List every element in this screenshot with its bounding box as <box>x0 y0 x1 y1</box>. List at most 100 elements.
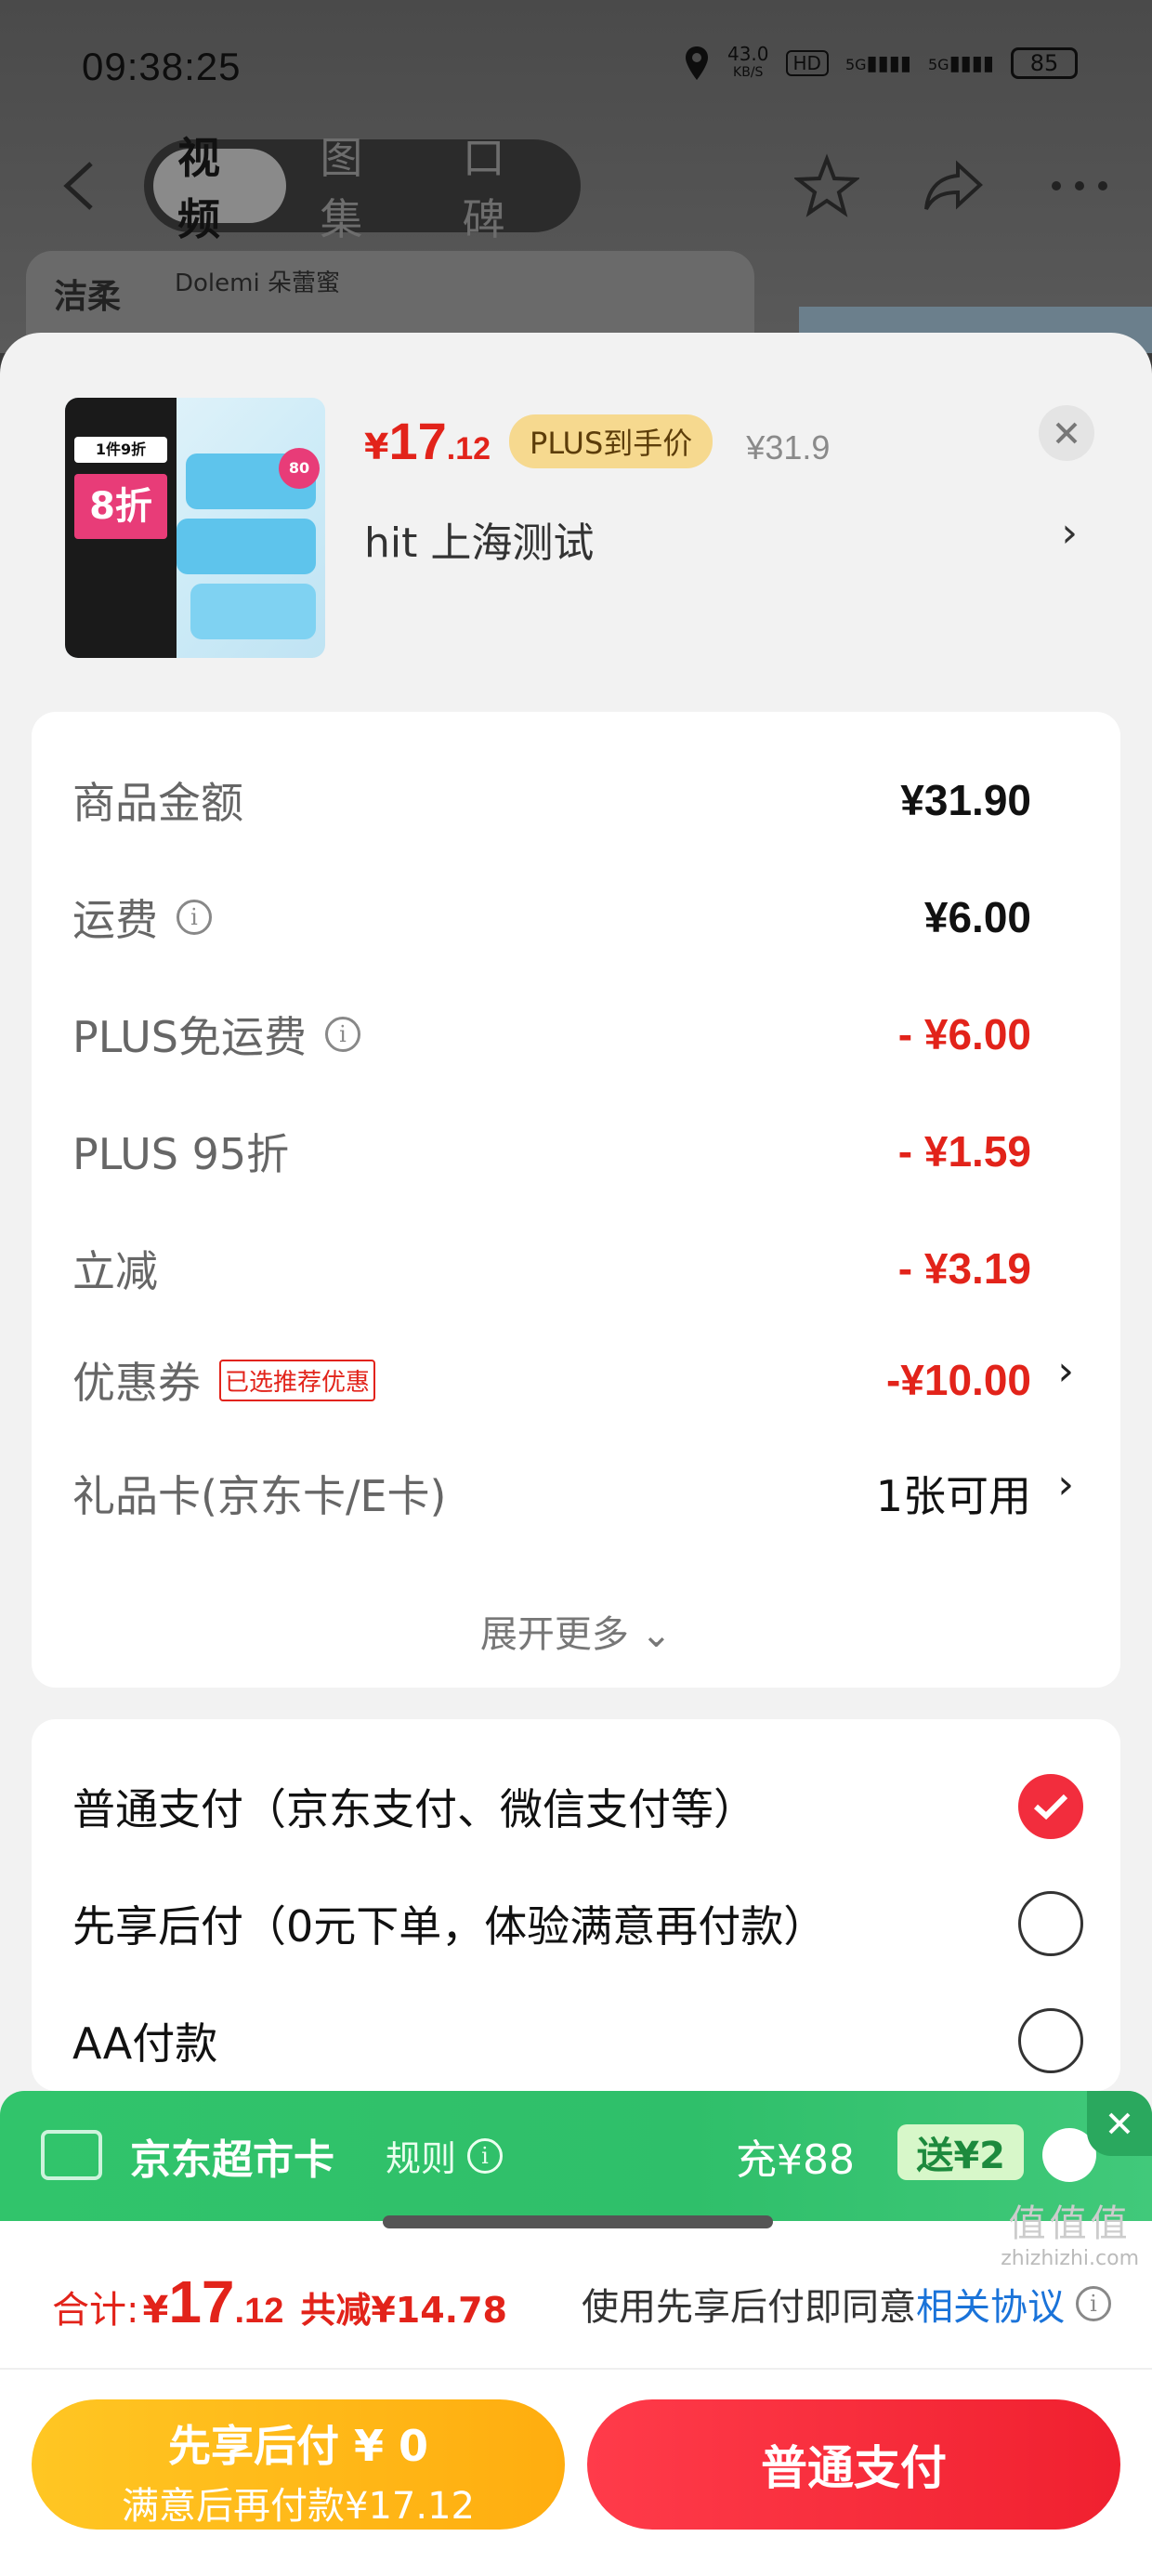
chevron-right-icon[interactable]: › <box>1061 509 1078 557</box>
home-indicator[interactable] <box>383 2215 773 2228</box>
shipping-address[interactable]: hit 上海测试 <box>364 509 594 569</box>
price-decimal: .12 <box>446 431 491 467</box>
pay-later-button[interactable]: 先享后付 ¥ 0 满意后再付款¥17.12 <box>32 2399 565 2530</box>
total-currency: ¥ <box>142 2289 169 2332</box>
payment-method-card: 普通支付（京东支付、微信支付等） 先享后付（0元下单，体验满意再付款） AA付款 <box>32 1719 1120 2091</box>
watermark: 值值值 zhizhizhi.com <box>1001 2193 1139 2270</box>
total-decimal: .12 <box>234 2292 284 2331</box>
price-integer: 17 <box>388 412 447 470</box>
fee-row-coupon[interactable]: 优惠券 已选推荐优惠 -¥10.00 <box>72 1347 1031 1413</box>
close-button[interactable] <box>1039 405 1094 461</box>
fee-label: PLUS免运费 <box>72 1012 307 1062</box>
product-summary: 1件9折 8折 80 ¥ 17 .12 PLUS到手价 ¥31.9 hit 上海… <box>0 333 1152 704</box>
promo-title: 京东超市卡 <box>130 2136 334 2184</box>
back-icon[interactable] <box>58 160 104 212</box>
fee-value: ¥6.00 <box>923 893 1031 941</box>
star-icon[interactable] <box>792 151 862 221</box>
info-icon[interactable]: i <box>1076 2286 1111 2321</box>
fee-row-shipping: 运费 i ¥6.00 <box>72 885 1031 950</box>
info-icon[interactable]: i <box>177 900 212 935</box>
thumbnail-badge-top: 1件9折 <box>74 437 167 463</box>
fee-label: 立减 <box>72 1246 158 1296</box>
thumbnail-pack <box>177 519 316 574</box>
watermark-main: 值值值 <box>1008 2202 1132 2245</box>
info-icon: i <box>467 2137 504 2174</box>
fee-value: - ¥1.59 <box>897 1127 1031 1176</box>
card-icon <box>41 2130 102 2180</box>
fee-row-gift-card[interactable]: 礼品卡(京东卡/E卡) 1张可用 <box>72 1461 1031 1526</box>
payment-option-aa[interactable]: AA付款 <box>72 2004 1083 2078</box>
close-icon <box>1055 422 1078 444</box>
supermarket-card-promo: 京东超市卡 规则 i 充¥88 送¥2 <box>0 2091 1152 2221</box>
close-icon <box>1108 2112 1131 2135</box>
brand-cn: 洁柔 <box>54 278 122 316</box>
thumbnail-pack <box>190 584 316 639</box>
product-thumbnail[interactable]: 1件9折 8折 80 <box>65 398 325 658</box>
checkout-sheet: 1件9折 8折 80 ¥ 17 .12 PLUS到手价 ¥31.9 hit 上海… <box>0 333 1152 2576</box>
fee-label: PLUS 95折 <box>72 1129 290 1179</box>
payment-option-label: AA付款 <box>72 2018 218 2069</box>
agreement-prefix: 使用先享后付即同意 <box>582 2286 916 2329</box>
share-icon[interactable] <box>918 151 988 221</box>
media-tabs: 视频 图集 口碑 <box>144 133 581 244</box>
plus-price-tag: PLUS到手价 <box>509 414 713 468</box>
total-label: 合计: <box>52 2289 139 2332</box>
coupon-tag: 已选推荐优惠 <box>219 1359 376 1401</box>
status-time: 09:38:25 <box>82 45 242 88</box>
fee-value: 1张可用 <box>875 1471 1031 1521</box>
fee-value: - ¥3.19 <box>897 1244 1031 1293</box>
payment-option-later[interactable]: 先享后付（0元下单，体验满意再付款） <box>72 1886 1083 1961</box>
agreement-link[interactable]: 相关协议 <box>916 2277 1065 2331</box>
normal-pay-button[interactable]: 普通支付 <box>587 2399 1120 2530</box>
thumbnail-badge-main: 8折 <box>74 474 167 539</box>
checked-radio-icon[interactable] <box>1018 1774 1083 1839</box>
signal-icon-2: 5G▮▮▮▮ <box>927 51 994 75</box>
brand-en: Dolemi 朵蕾蜜 <box>175 269 340 297</box>
battery-icon: 85 <box>1011 47 1078 79</box>
fee-label: 礼品卡(京东卡/E卡) <box>72 1471 447 1521</box>
more-icon[interactable] <box>1044 151 1115 221</box>
price-currency: ¥ <box>364 427 389 467</box>
nav-bar: 视频 图集 口碑 <box>0 133 1152 244</box>
fee-value: -¥10.00 <box>885 1356 1031 1404</box>
fee-row-goods: 商品金额 ¥31.90 <box>72 768 1031 833</box>
total-bar: 合计: ¥ 17 .12 共减¥14.78 使用先享后付即同意 相关协议 i <box>0 2221 1152 2370</box>
promo-rule-link[interactable]: 规则 i <box>386 2130 504 2181</box>
fee-value: - ¥6.00 <box>897 1010 1031 1058</box>
thumbnail-circle-badge: 80 <box>279 448 320 489</box>
nav-actions <box>792 151 1115 221</box>
pay-later-line1: 先享后付 ¥ 0 <box>167 2421 429 2471</box>
fee-row-instant-off: 立减 - ¥3.19 <box>72 1236 1031 1301</box>
payment-option-label: 先享后付（0元下单，体验满意再付款） <box>72 1901 827 1952</box>
chevron-right-icon[interactable]: › <box>1057 1461 1074 1508</box>
action-bar: 先享后付 ¥ 0 满意后再付款¥17.12 普通支付 <box>0 2370 1152 2576</box>
total-saved: 共减¥14.78 <box>300 2290 507 2331</box>
agreement-notice: 使用先享后付即同意 相关协议 i <box>582 2277 1111 2331</box>
radio-icon[interactable] <box>1018 1891 1083 1956</box>
radio-icon[interactable] <box>1018 2008 1083 2073</box>
fee-row-plus-discount: PLUS 95折 - ¥1.59 <box>72 1119 1031 1184</box>
expand-more-button[interactable]: 展开更多 ⌄ <box>32 1604 1120 1658</box>
signal-icon-1: 5G▮▮▮▮ <box>844 51 911 75</box>
fee-label: 运费 <box>72 895 158 945</box>
price-row: ¥ 17 .12 PLUS到手价 ¥31.9 <box>364 411 830 474</box>
status-icons: 43.0 KB/S HD 5G▮▮▮▮ 5G▮▮▮▮ 85 <box>683 45 1078 82</box>
pay-later-line2: 满意后再付款¥17.12 <box>122 2485 475 2528</box>
tab-video[interactable]: 视频 <box>153 133 287 244</box>
network-speed: 43.0 KB/S <box>727 43 769 80</box>
payment-option-normal[interactable]: 普通支付（京东支付、微信支付等） <box>72 1769 1083 1844</box>
promo-charge-amount: 充¥88 <box>736 2136 855 2184</box>
promo-close-button[interactable] <box>1087 2091 1152 2156</box>
original-price: ¥31.9 <box>746 428 831 467</box>
fee-value: ¥31.90 <box>900 776 1031 824</box>
chevron-right-icon[interactable]: › <box>1057 1347 1074 1395</box>
tab-reviews[interactable]: 口碑 <box>439 133 571 244</box>
location-icon <box>685 46 708 80</box>
info-icon[interactable]: i <box>324 1017 360 1052</box>
tab-gallery[interactable]: 图集 <box>295 133 428 244</box>
status-bar: 09:38:25 43.0 KB/S HD 5G▮▮▮▮ 5G▮▮▮▮ 85 <box>0 28 1152 112</box>
fee-label: 优惠券 <box>72 1358 201 1408</box>
fee-breakdown-card: 商品金额 ¥31.90 运费 i ¥6.00 PLUS免运费 i - ¥6.00 P… <box>32 712 1120 1688</box>
promo-gift-badge: 送¥2 <box>897 2124 1024 2180</box>
payment-option-label: 普通支付（京东支付、微信支付等） <box>72 1784 756 1834</box>
